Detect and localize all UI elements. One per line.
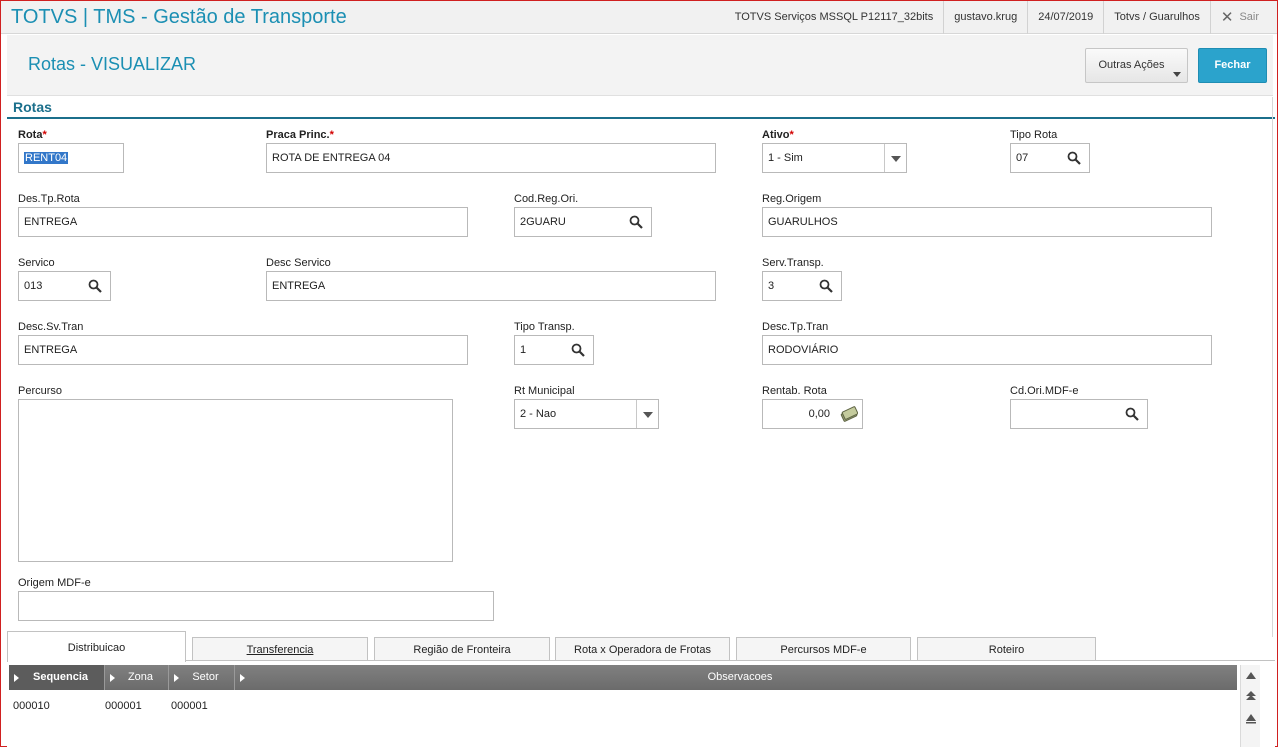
search-icon[interactable]: [1067, 151, 1081, 165]
search-icon[interactable]: [571, 343, 585, 357]
money-icon[interactable]: [840, 406, 858, 422]
reg-origem-label: Reg.Origem: [762, 193, 822, 205]
tab-regiao-fronteira[interactable]: Região de Fronteira: [374, 637, 550, 661]
rota-field[interactable]: RENT04: [18, 143, 124, 173]
cod-reg-ori-field[interactable]: 2GUARU: [514, 207, 652, 237]
column-observacoes[interactable]: Observacoes: [235, 665, 1237, 690]
ativo-label: Ativo*: [762, 129, 794, 141]
rentab-rota-label: Rentab. Rota: [762, 385, 827, 397]
tab-distribuicao[interactable]: Distribuicao: [7, 631, 186, 662]
grid-scrollbar[interactable]: [1240, 665, 1260, 747]
branch-label[interactable]: Totvs / Guarulhos: [1103, 1, 1210, 34]
desc-servico-field[interactable]: ENTREGA: [266, 271, 716, 301]
praca-field[interactable]: ROTA DE ENTREGA 04: [266, 143, 716, 173]
user-label: gustavo.krug: [943, 1, 1027, 34]
reg-origem-field[interactable]: GUARULHOS: [762, 207, 1212, 237]
tab-rota-operadora[interactable]: Rota x Operadora de Frotas: [555, 637, 730, 661]
tipo-rota-field[interactable]: 07: [1010, 143, 1090, 173]
scrollbar-track: [1272, 97, 1273, 637]
page-scrollbar[interactable]: [1267, 97, 1277, 657]
distribution-grid: Sequencia Zona Setor Observacoes 000010 …: [7, 660, 1275, 747]
exit-button[interactable]: ✕ Sair: [1209, 1, 1269, 34]
other-actions-button[interactable]: Outras Ações: [1085, 48, 1188, 83]
column-sequencia[interactable]: Sequencia: [9, 665, 105, 690]
desc-tp-tran-field[interactable]: RODOVIÁRIO: [762, 335, 1212, 365]
dropdown-arrow-icon[interactable]: [636, 400, 658, 428]
date-label: 24/07/2019: [1027, 1, 1103, 34]
cell-setor: 000001: [171, 700, 208, 712]
desc-servico-label: Desc Servico: [266, 257, 331, 269]
page-title: Rotas - VISUALIZAR: [28, 54, 197, 74]
scroll-up-icon[interactable]: [1245, 670, 1257, 682]
origem-mdfe-field[interactable]: [18, 591, 494, 621]
cd-ori-mdfe-field[interactable]: [1010, 399, 1148, 429]
cod-reg-ori-label: Cod.Reg.Ori.: [514, 193, 579, 205]
scroll-up-page-icon[interactable]: [1245, 712, 1257, 724]
origem-mdfe-label: Origem MDF-e: [18, 577, 91, 589]
serv-transp-field[interactable]: 3: [762, 271, 842, 301]
rota-label: Rota*: [18, 129, 47, 141]
des-tp-rota-field[interactable]: ENTREGA: [18, 207, 468, 237]
rt-municipal-label: Rt Municipal: [514, 385, 575, 397]
des-tp-rota-label: Des.Tp.Rota: [18, 193, 80, 205]
column-zona[interactable]: Zona: [105, 665, 169, 690]
tab-roteiro[interactable]: Roteiro: [917, 637, 1096, 661]
session-info: TOTVS Serviços MSSQL P12117_32bits gusta…: [725, 1, 1269, 34]
praca-label: Praca Princ.*: [266, 129, 334, 141]
cd-ori-mdfe-label: Cd.Ori.MDF-e: [1010, 385, 1079, 397]
caret-down-icon: [1173, 72, 1181, 77]
cell-sequencia: 000010: [13, 700, 50, 712]
desc-sv-tran-field[interactable]: ENTREGA: [18, 335, 468, 365]
close-button[interactable]: Fechar: [1198, 48, 1267, 83]
section-divider: [7, 117, 1275, 119]
servico-field[interactable]: 013: [18, 271, 111, 301]
tipo-transp-field[interactable]: 1: [514, 335, 594, 365]
table-row[interactable]: 000010 000001 000001: [9, 698, 1237, 716]
percurso-label: Percurso: [18, 385, 63, 397]
search-icon[interactable]: [88, 279, 102, 293]
column-setor[interactable]: Setor: [169, 665, 235, 690]
serv-transp-label: Serv.Transp.: [762, 257, 824, 269]
percurso-textarea[interactable]: [18, 399, 453, 562]
ativo-select[interactable]: 1 - Sim: [762, 143, 907, 173]
tab-transferencia[interactable]: Transferencia: [192, 637, 368, 661]
page-header: Rotas - VISUALIZAR Outras Ações Fechar: [7, 35, 1273, 96]
cell-zona: 000001: [105, 700, 142, 712]
scroll-top-icon[interactable]: [1245, 690, 1257, 702]
grid-header: Sequencia Zona Setor Observacoes: [9, 665, 1237, 690]
desc-sv-tran-label: Desc.Sv.Tran: [18, 321, 84, 333]
close-icon: ✕: [1220, 9, 1234, 26]
rentab-rota-field[interactable]: 0,00: [762, 399, 863, 429]
servico-label: Servico: [18, 257, 55, 269]
exit-label: Sair: [1239, 11, 1259, 23]
tipo-rota-label: Tipo Rota: [1010, 129, 1058, 141]
dropdown-arrow-icon[interactable]: [884, 144, 906, 172]
section-title: Rotas: [13, 99, 52, 115]
search-icon[interactable]: [629, 215, 643, 229]
tab-percursos-mdfe[interactable]: Percursos MDF-e: [736, 637, 911, 661]
search-icon[interactable]: [1125, 407, 1139, 421]
other-actions-label: Outras Ações: [1098, 59, 1165, 71]
tipo-transp-label: Tipo Transp.: [514, 321, 575, 333]
rt-municipal-select[interactable]: 2 - Nao: [514, 399, 659, 429]
top-bar: TOTVS | TMS - Gestão de Transporte TOTVS…: [1, 1, 1277, 34]
desc-tp-tran-label: Desc.Tp.Tran: [762, 321, 829, 333]
search-icon[interactable]: [819, 279, 833, 293]
app-title: TOTVS | TMS - Gestão de Transporte: [11, 6, 347, 28]
environment-label: TOTVS Serviços MSSQL P12117_32bits: [734, 11, 934, 23]
folder-tabs: Distribuicao Transferencia Região de Fro…: [7, 631, 1275, 662]
